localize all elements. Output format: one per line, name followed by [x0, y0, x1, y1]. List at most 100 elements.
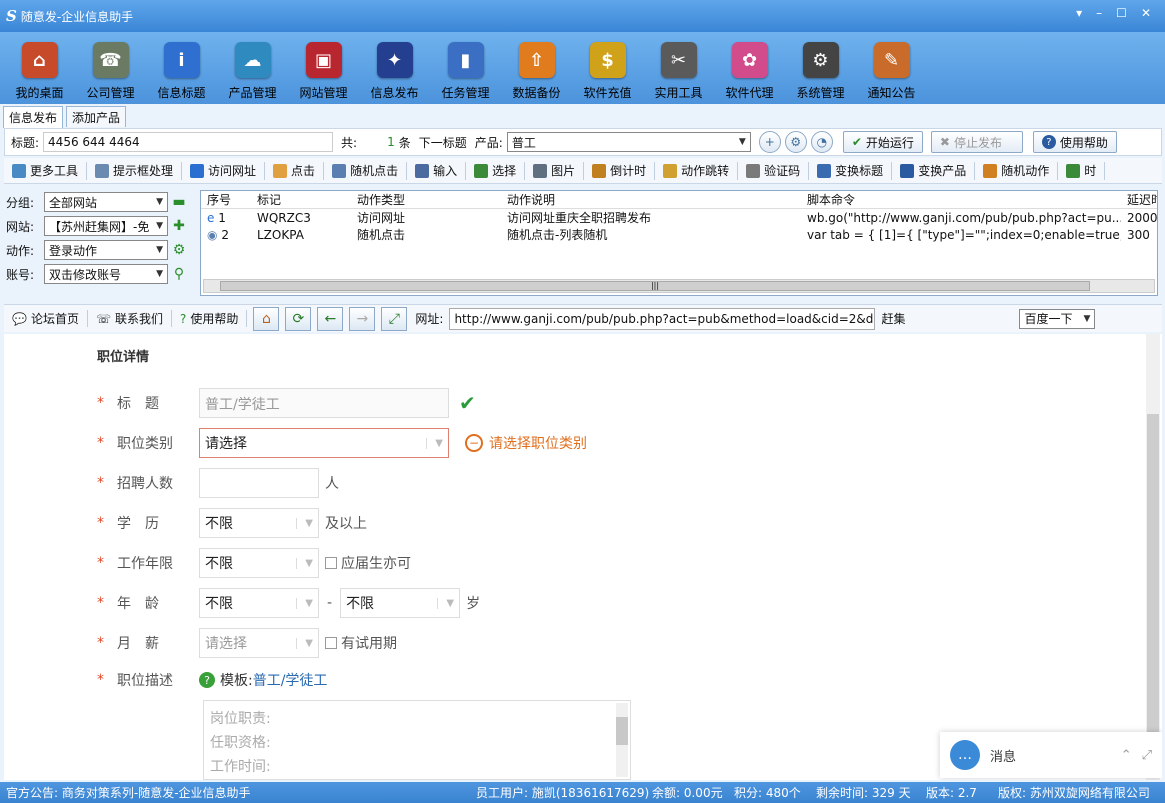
action-button[interactable]: 随机动作	[975, 161, 1059, 180]
fresh-graduate-option[interactable]: 应届生亦可	[325, 553, 411, 573]
toolbar-label: 信息标题	[157, 86, 206, 100]
close-icon[interactable]: ✕	[1141, 6, 1151, 20]
age-from-select[interactable]: 不限 ▼	[199, 588, 319, 618]
minimize-icon[interactable]: –	[1096, 6, 1102, 20]
gear-icon[interactable]: ⚙	[172, 242, 186, 258]
category-select[interactable]: 请选择 ▼	[199, 428, 449, 458]
product-select[interactable]: 普工 ▼	[506, 132, 751, 152]
start-button[interactable]: ✔ 开始运行	[842, 131, 923, 153]
title-field[interactable]: 普工/学徒工	[199, 388, 449, 418]
forum-link[interactable]: 💬 论坛首页	[4, 310, 88, 327]
col-index[interactable]: 序号	[201, 191, 251, 208]
action-button[interactable]: 输入	[407, 161, 467, 180]
toolbar-button[interactable]: $ 软件充值	[572, 32, 643, 104]
table-row[interactable]: e 1 WQRZC3 访问网址 访问网址重庆全职招聘发布 wb.go("http…	[201, 209, 1157, 226]
textarea-scrollbar[interactable]	[616, 703, 628, 777]
toolbar-button[interactable]: ⌂ 我的桌面	[4, 32, 75, 104]
scroll-thumb[interactable]	[1147, 414, 1159, 744]
action-button[interactable]: 验证码	[738, 161, 810, 180]
stop-button[interactable]: ✖ 停止发布	[930, 131, 1023, 153]
col-tag[interactable]: 标记	[251, 191, 351, 208]
settings-circle-icon[interactable]: ⚙	[784, 131, 807, 153]
action-button[interactable]: 倒计时	[584, 161, 656, 180]
experience-select[interactable]: 不限 ▼	[199, 548, 319, 578]
account-select[interactable]: 双击修改账号 ▼	[44, 264, 168, 284]
education-select[interactable]: 不限 ▼	[199, 508, 319, 538]
toolbar-button[interactable]: ▮ 任务管理	[430, 32, 501, 104]
search-icon[interactable]: ⚲	[172, 266, 186, 282]
folder-icon[interactable]: ▬	[172, 194, 186, 210]
action-button[interactable]: 随机点击	[324, 161, 408, 180]
age-from-value: 不限	[205, 596, 233, 612]
contact-link[interactable]: ☏ 联系我们	[88, 310, 172, 327]
col-type[interactable]: 动作类型	[351, 191, 501, 208]
col-script[interactable]: 脚本命令	[801, 191, 1121, 208]
page-scrollbar[interactable]	[1146, 334, 1160, 780]
add-icon[interactable]: ✚	[172, 218, 186, 234]
toolbar-button[interactable]: ✿ 软件代理	[714, 32, 785, 104]
group-select[interactable]: 全部网站 ▼	[44, 192, 168, 212]
toolbar-button[interactable]: ✎ 通知公告	[856, 32, 927, 104]
action-button[interactable]: 点击	[265, 161, 325, 180]
count-unit: 条	[398, 135, 411, 150]
nav-help-link[interactable]: ? 使用帮助	[172, 310, 248, 327]
toolbar-button[interactable]: ☁ 产品管理	[217, 32, 288, 104]
maximize-icon[interactable]: ☐	[1116, 6, 1127, 20]
random-click-icon: ◉	[207, 227, 218, 242]
chevron-up-icon[interactable]: ⌃	[1121, 748, 1132, 763]
table-row[interactable]: ◉ 2 LZOKPA 随机点击 随机点击-列表随机 var tab = { [1…	[201, 226, 1157, 243]
salary-select[interactable]: 请选择 ▼	[199, 628, 319, 658]
headcount-input[interactable]	[199, 468, 319, 498]
checkbox[interactable]	[325, 637, 337, 649]
action-button[interactable]: 选择	[466, 161, 526, 180]
action-button[interactable]: 动作跳转	[655, 161, 739, 180]
back-button[interactable]: ←	[317, 306, 344, 331]
chart-circle-icon[interactable]: ◔	[810, 131, 833, 153]
horizontal-scrollbar[interactable]: |||	[203, 279, 1155, 293]
action-button[interactable]: 访问网址	[182, 161, 266, 180]
scroll-thumb[interactable]: |||	[220, 281, 1090, 291]
engine-value: 百度一下	[1024, 312, 1073, 326]
help-button[interactable]: ? 使用帮助	[1032, 131, 1117, 153]
action-button[interactable]: 变换标题	[809, 161, 893, 180]
refresh-button[interactable]: ⟳	[285, 306, 312, 331]
col-delay[interactable]: 延迟时	[1121, 191, 1157, 208]
col-desc[interactable]: 动作说明	[501, 191, 801, 208]
toolbar-button[interactable]: ☎ 公司管理	[75, 32, 146, 104]
trial-period-option[interactable]: 有试用期	[325, 633, 397, 653]
age-to-select[interactable]: 不限 ▼	[340, 588, 461, 618]
action-button[interactable]: 变换产品	[892, 161, 976, 180]
forward-button[interactable]: →	[349, 306, 376, 331]
tab-publish[interactable]: 信息发布	[3, 106, 64, 128]
fullscreen-button[interactable]: ⤢	[381, 306, 408, 331]
template-link[interactable]: 普工/学徒工	[253, 670, 328, 690]
toolbar-button[interactable]: ⚙ 系统管理	[785, 32, 856, 104]
site-select[interactable]: 【苏州赶集网】-免 ▼	[44, 216, 168, 236]
action-button[interactable]: 更多工具	[4, 161, 88, 180]
action-button[interactable]: 图片	[525, 161, 585, 180]
toolbar-button[interactable]: ▣ 网站管理	[288, 32, 359, 104]
checkbox[interactable]	[325, 557, 337, 569]
scroll-thumb[interactable]	[616, 717, 628, 745]
tab-add-product[interactable]: 添加产品	[66, 106, 127, 127]
add-circle-icon[interactable]: +	[758, 131, 781, 153]
main-area: 信息发布 添加产品 标题: 4456 644 4464 共: 1 条 下一标题 …	[0, 104, 1165, 782]
action-select[interactable]: 登录动作 ▼	[44, 240, 168, 260]
search-engine-select[interactable]: 百度一下 ▼	[1019, 308, 1096, 329]
toolbar-button[interactable]: i 信息标题	[146, 32, 217, 104]
action-icon	[663, 163, 678, 178]
url-input[interactable]: http://www.ganji.com/pub/pub.php?act=pub…	[449, 307, 876, 330]
toolbar-button[interactable]: ⇧ 数据备份	[501, 32, 572, 104]
action-button[interactable]: 提示框处理	[87, 161, 183, 180]
title-input[interactable]: 4456 644 4464	[43, 132, 334, 152]
menu-dropdown-icon[interactable]: ▾	[1076, 6, 1082, 20]
expand-icon[interactable]: ⤢	[1142, 748, 1152, 763]
description-textarea[interactable]: 岗位职责: 任职资格: 工作时间:	[203, 700, 631, 780]
chat-widget[interactable]: … 消息 ⌃ ⤢	[940, 732, 1162, 778]
action-button[interactable]: 时	[1058, 161, 1106, 180]
next-title-link[interactable]: 下一标题	[419, 134, 467, 151]
home-button[interactable]: ⌂	[253, 306, 280, 331]
toolbar-button[interactable]: ✦ 信息发布	[359, 32, 430, 104]
toolbar-label: 网站管理	[299, 86, 348, 100]
toolbar-button[interactable]: ✂ 实用工具	[643, 32, 714, 104]
